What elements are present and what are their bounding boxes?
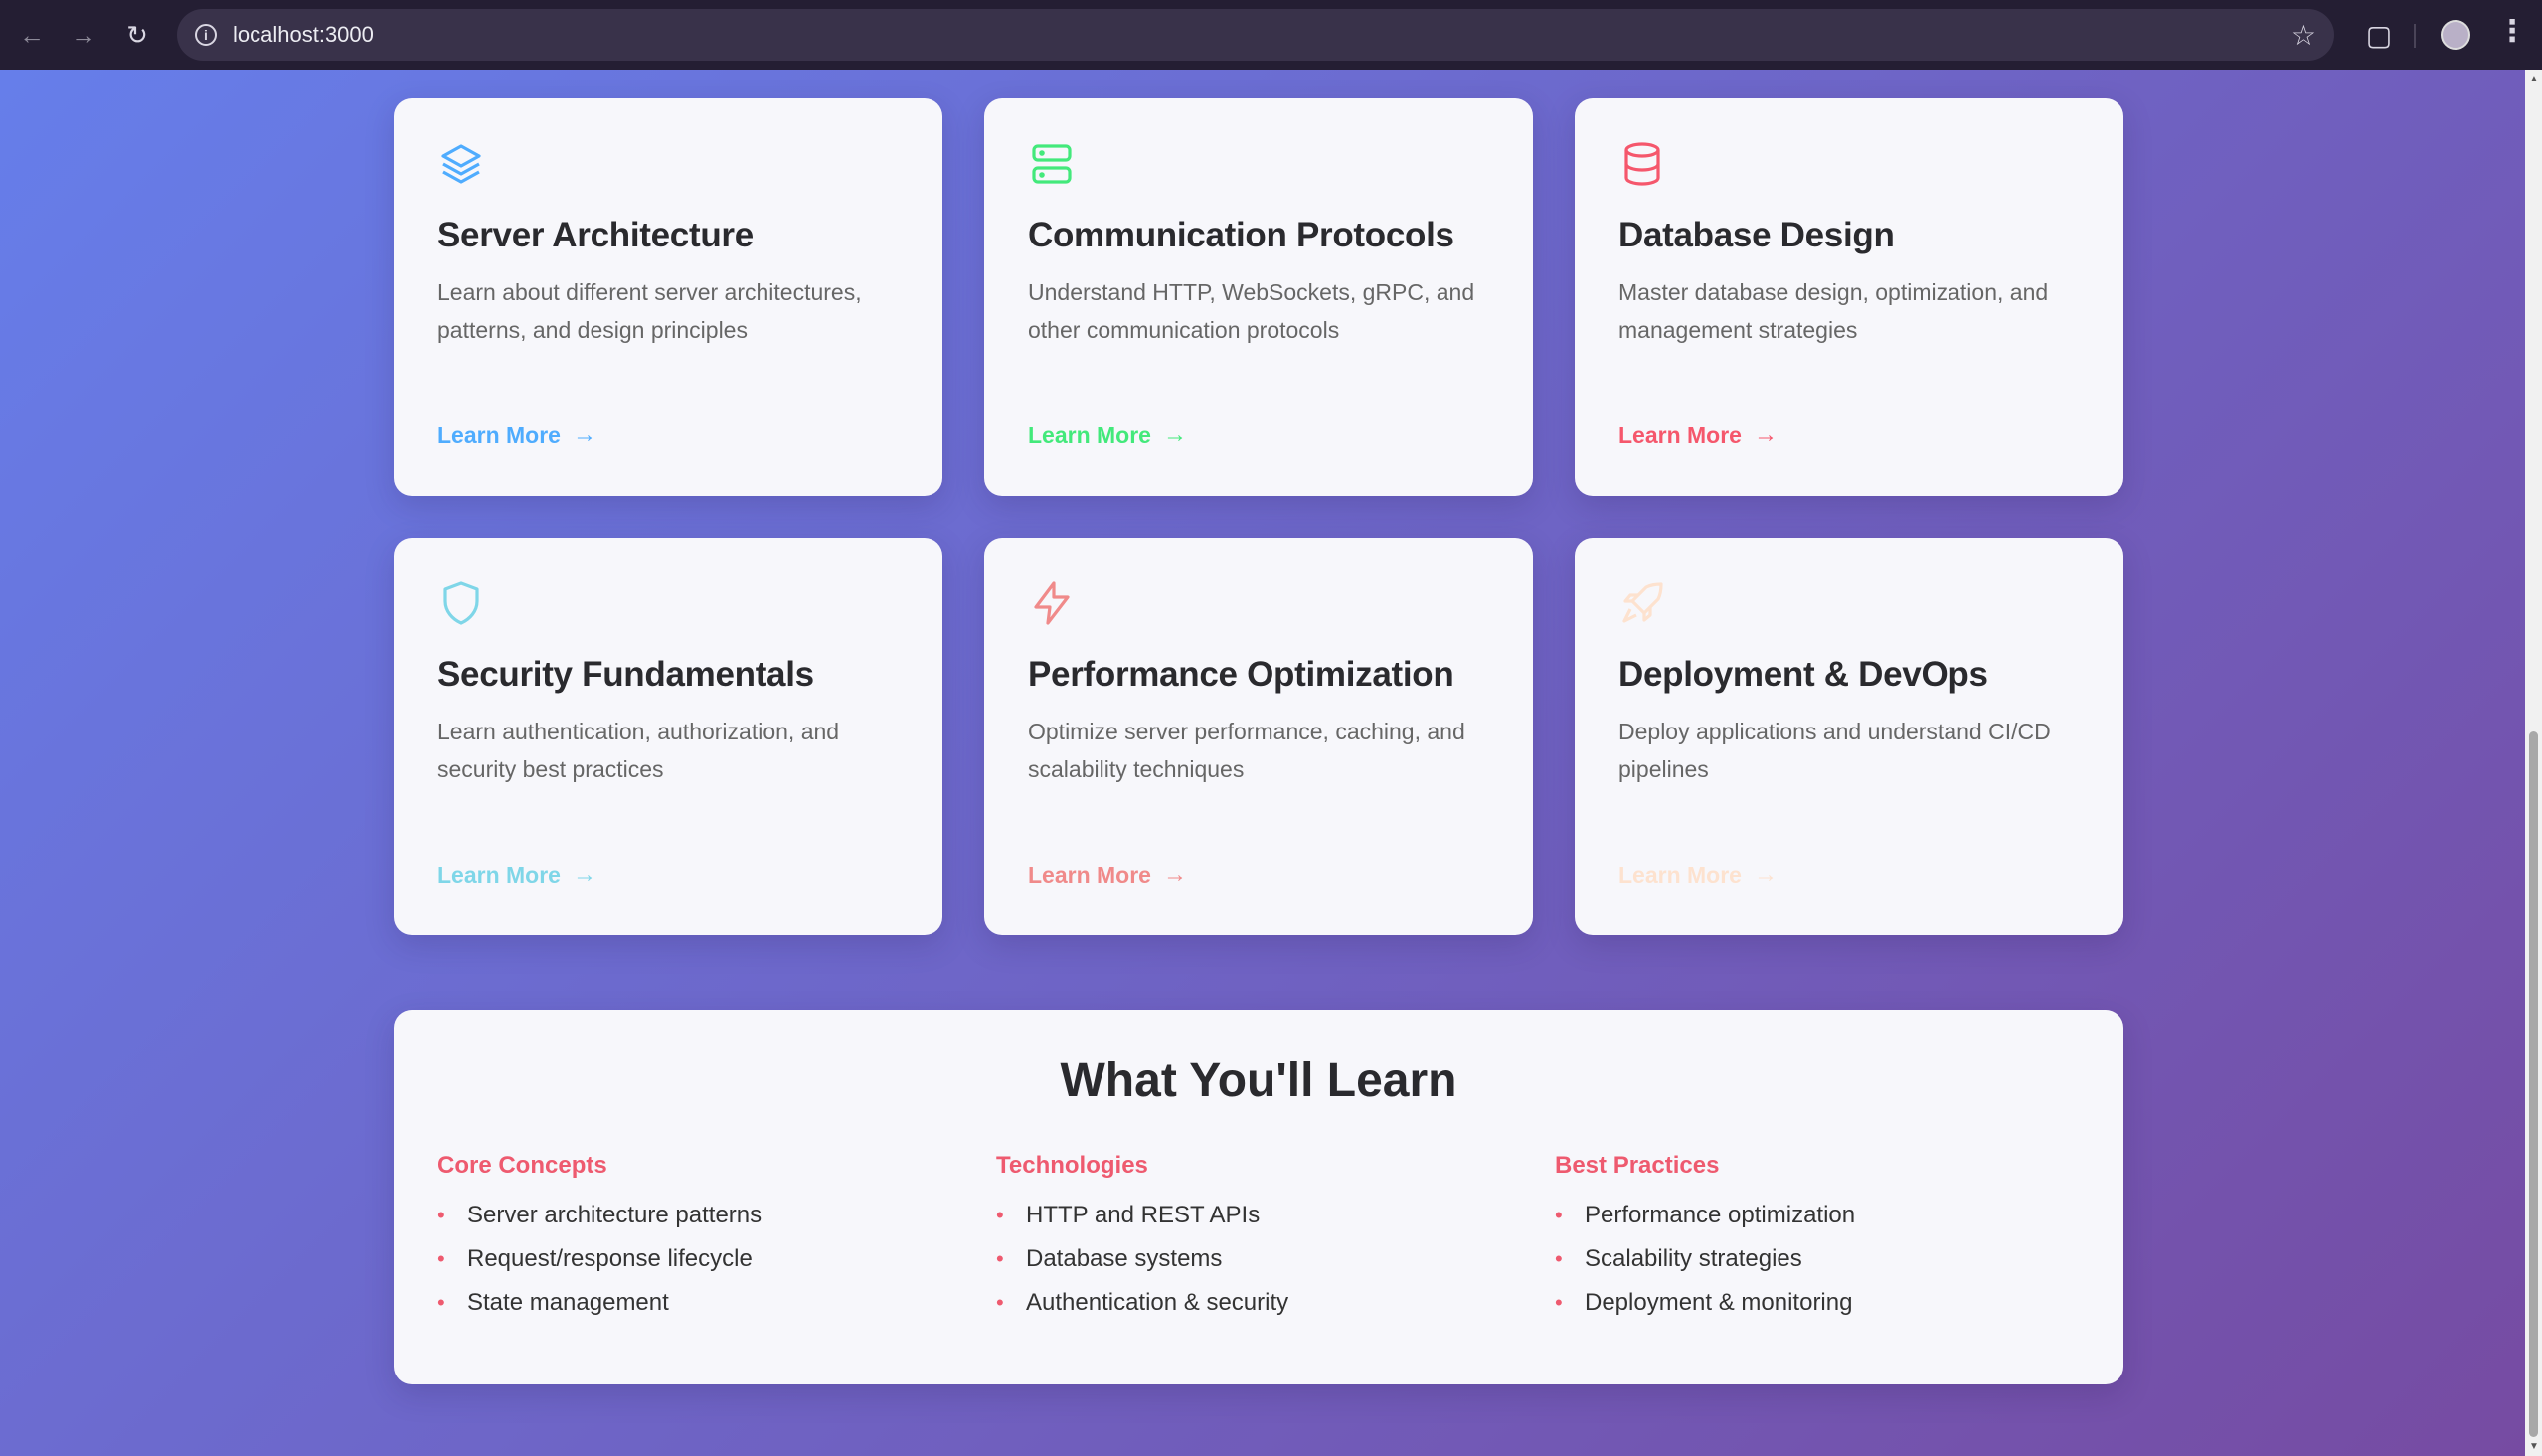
rocket-icon bbox=[1622, 582, 1663, 623]
learn-more-label[interactable]: Learn More bbox=[437, 422, 561, 449]
list-item: • Request/response lifecycle bbox=[437, 1237, 996, 1281]
list-item-text: Scalability strategies bbox=[1585, 1245, 1802, 1272]
lightning-icon bbox=[1034, 581, 1070, 625]
card-description: Deploy applications and understand CI/CD… bbox=[1618, 719, 2051, 782]
back-arrow-icon[interactable]: ← bbox=[12, 15, 52, 55]
list-item: • State management bbox=[437, 1281, 996, 1325]
bookmark-star-icon[interactable]: ☆ bbox=[2291, 19, 2316, 52]
bullet-dot-icon: • bbox=[437, 1290, 445, 1315]
learn-more-link[interactable]: Learn More → bbox=[1028, 861, 1187, 889]
profile-avatar[interactable] bbox=[2441, 20, 2470, 50]
arrow-right-icon: → bbox=[1753, 861, 1778, 888]
card-title: Performance Optimization bbox=[1028, 655, 1454, 694]
topic-card[interactable]: Deployment & DevOps Deploy applications … bbox=[1575, 538, 2123, 935]
address-url[interactable]: localhost:3000 bbox=[233, 22, 374, 48]
what-youll-learn-section: What You'll Learn Core Concepts • Server … bbox=[394, 1010, 2123, 1384]
learn-more-link[interactable]: Learn More → bbox=[1618, 421, 1778, 449]
section-title: What You'll Learn bbox=[1060, 1054, 1457, 1107]
shield-icon bbox=[443, 581, 479, 625]
arrow-right-icon: → bbox=[1162, 861, 1187, 888]
arrow-right-icon: → bbox=[572, 421, 596, 448]
list-item-text: HTTP and REST APIs bbox=[1026, 1202, 1261, 1228]
learn-more-label[interactable]: Learn More bbox=[1618, 422, 1742, 449]
page-viewport: Server Architecture Learn about differen… bbox=[0, 70, 2525, 1456]
learn-more-label[interactable]: Learn More bbox=[1028, 862, 1151, 889]
learn-more-label[interactable]: Learn More bbox=[437, 862, 561, 889]
list-item-text: Performance optimization bbox=[1585, 1202, 1856, 1228]
scrollbar-thumb[interactable] bbox=[2529, 731, 2538, 1437]
topic-card[interactable]: Server Architecture Learn about differen… bbox=[394, 98, 942, 496]
address-bar[interactable]: i localhost:3000 ☆ bbox=[177, 9, 2334, 61]
learn-more-label[interactable]: Learn More bbox=[1618, 862, 1742, 889]
arrow-right-icon: → bbox=[1162, 421, 1187, 448]
card-description: Optimize server performance, caching, an… bbox=[1028, 719, 1465, 782]
bullet-dot-icon: • bbox=[996, 1203, 1004, 1227]
list-item-text: Server architecture patterns bbox=[467, 1202, 763, 1228]
arrow-right-icon: → bbox=[1753, 421, 1778, 448]
card-description: Understand HTTP, WebSockets, gRPC, and o… bbox=[1028, 279, 1475, 343]
list-item: • Deployment & monitoring bbox=[1555, 1281, 2114, 1325]
card-title: Communication Protocols bbox=[1028, 216, 1454, 254]
bullet-dot-icon: • bbox=[437, 1203, 445, 1227]
site-info-icon[interactable]: i bbox=[195, 24, 217, 46]
list-item: • Performance optimization bbox=[1555, 1194, 2114, 1237]
bullet-dot-icon: • bbox=[996, 1246, 1004, 1271]
card-title: Database Design bbox=[1618, 216, 1895, 254]
list-item: • Scalability strategies bbox=[1555, 1237, 2114, 1281]
scroll-up-arrow-icon[interactable]: ▲ bbox=[2529, 74, 2539, 84]
column-heading: Core Concepts bbox=[437, 1152, 607, 1179]
bullet-dot-icon: • bbox=[1555, 1246, 1563, 1271]
list-item: • HTTP and REST APIs bbox=[996, 1194, 1555, 1237]
learn-more-link[interactable]: Learn More → bbox=[1618, 861, 1778, 889]
browser-menu-icon[interactable]: ⋮ bbox=[2497, 14, 2527, 49]
card-title: Deployment & DevOps bbox=[1618, 655, 1988, 694]
list-item: • Authentication & security bbox=[996, 1281, 1555, 1325]
learn-more-link[interactable]: Learn More → bbox=[437, 861, 596, 889]
list-item-text: State management bbox=[467, 1289, 669, 1316]
topic-cards-grid: Server Architecture Learn about differen… bbox=[394, 98, 2123, 935]
forward-arrow-icon[interactable]: → bbox=[64, 15, 103, 55]
card-description: Learn about different server architectur… bbox=[437, 279, 862, 343]
topic-card[interactable]: Database Design Master database design, … bbox=[1575, 98, 2123, 496]
bullet-list: • Server architecture patterns • Request/r… bbox=[437, 1194, 996, 1325]
card-description: Learn authentication, authorization, and… bbox=[437, 719, 840, 782]
bullet-dot-icon: • bbox=[1555, 1203, 1563, 1227]
topic-card[interactable]: Performance Optimization Optimize server… bbox=[984, 538, 1533, 935]
list-item-text: Deployment & monitoring bbox=[1585, 1289, 1853, 1316]
topic-card[interactable]: Security Fundamentals Learn authenticati… bbox=[394, 538, 942, 935]
browser-toolbar: ← → ↻ i localhost:3000 ☆ ▢ ⋮ bbox=[0, 0, 2542, 70]
learn-more-link[interactable]: Learn More → bbox=[1028, 421, 1187, 449]
server-icon bbox=[1032, 144, 1072, 184]
bullet-list: • HTTP and REST APIs • Database systems • A… bbox=[996, 1194, 1555, 1325]
vertical-scrollbar[interactable]: ▲ ▼ bbox=[2525, 70, 2542, 1456]
list-item-text: Authentication & security bbox=[1026, 1289, 1289, 1316]
arrow-right-icon: → bbox=[572, 861, 596, 888]
list-item: • Server architecture patterns bbox=[437, 1194, 996, 1237]
learn-columns: Core Concepts • Server architecture patte… bbox=[437, 1152, 2080, 1325]
column-heading: Technologies bbox=[996, 1152, 1148, 1179]
database-icon bbox=[1624, 142, 1660, 186]
learn-more-link[interactable]: Learn More → bbox=[437, 421, 596, 449]
card-title: Server Architecture bbox=[437, 216, 754, 254]
card-description: Master database design, optimization, an… bbox=[1618, 279, 2049, 343]
extensions-puzzle-icon[interactable]: ▢ bbox=[2361, 17, 2397, 53]
list-item: • Database systems bbox=[996, 1237, 1555, 1281]
topic-card[interactable]: Communication Protocols Understand HTTP,… bbox=[984, 98, 1533, 496]
list-item-text: Request/response lifecycle bbox=[467, 1245, 753, 1272]
bullet-dot-icon: • bbox=[996, 1290, 1004, 1315]
learn-column-core-concepts: Core Concepts • Server architecture patte… bbox=[437, 1152, 996, 1325]
learn-column-technologies: Technologies • HTTP and REST APIs • Databa… bbox=[996, 1152, 1555, 1325]
bullet-dot-icon: • bbox=[437, 1246, 445, 1271]
card-title: Security Fundamentals bbox=[437, 655, 814, 694]
column-heading: Best Practices bbox=[1555, 1152, 1720, 1179]
learn-column-best-practices: Best Practices • Performance optimization… bbox=[1555, 1152, 2114, 1325]
reload-icon[interactable]: ↻ bbox=[117, 15, 157, 55]
learn-more-label[interactable]: Learn More bbox=[1028, 422, 1151, 449]
layers-icon bbox=[441, 144, 481, 184]
scroll-down-arrow-icon[interactable]: ▼ bbox=[2529, 1441, 2539, 1452]
bullet-list: • Performance optimization • Scalability s… bbox=[1555, 1194, 2114, 1325]
list-item-text: Database systems bbox=[1026, 1245, 1223, 1272]
toolbar-divider bbox=[2414, 24, 2416, 48]
bullet-dot-icon: • bbox=[1555, 1290, 1563, 1315]
